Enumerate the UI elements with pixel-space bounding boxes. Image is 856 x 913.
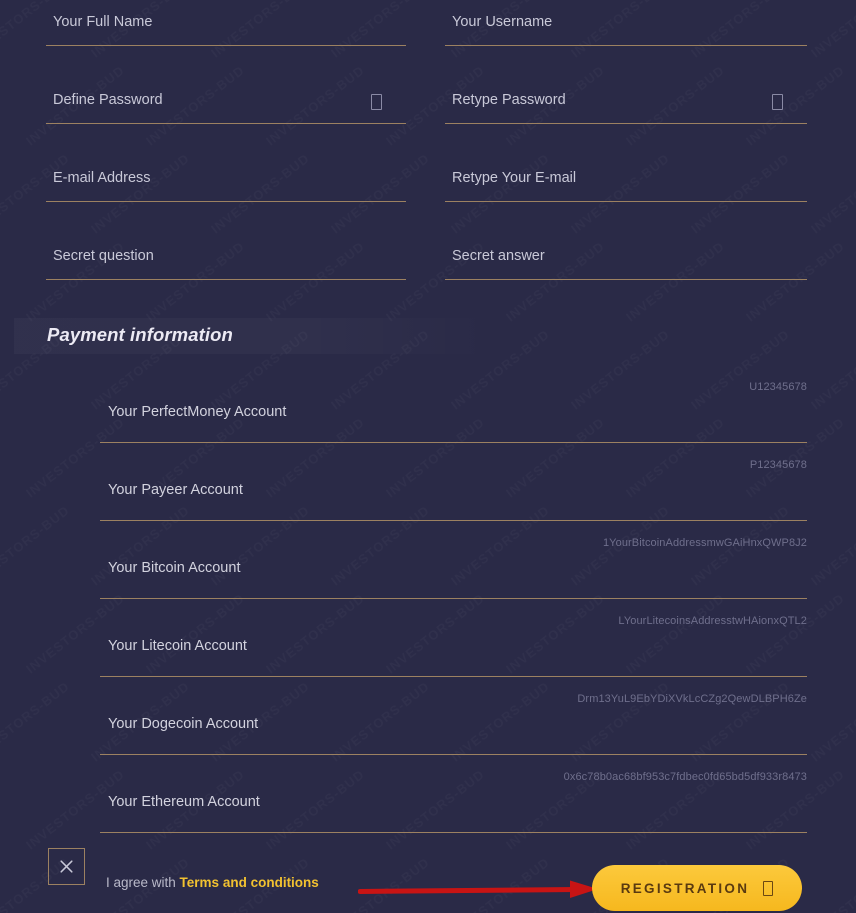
field-underline — [445, 201, 807, 202]
field-underline — [46, 201, 406, 202]
credential-field[interactable]: Retype Your E-mail — [445, 156, 807, 202]
payment-account-hint: U12345678 — [749, 381, 807, 393]
payment-account-label: Your Dogecoin Account — [108, 716, 259, 732]
payment-account-label: Your PerfectMoney Account — [108, 404, 287, 420]
toggle-password-visibility-icon[interactable] — [772, 94, 783, 110]
credential-field[interactable]: Secret question — [46, 234, 406, 280]
field-underline — [445, 279, 807, 280]
payment-section-title: Payment information — [47, 324, 233, 345]
credentials-form: Your Full Name Your Username Define Passwo… — [0, 0, 856, 312]
toggle-password-visibility-icon[interactable] — [371, 94, 382, 110]
agree-prefix-text: I agree with — [106, 875, 180, 890]
credential-field-label: Your Full Name — [53, 14, 153, 30]
payment-account-field[interactable]: Drm13YuL9EbYDiXVkLcCZg2QewDLBPH6Ze Your D… — [0, 677, 856, 755]
field-underline — [445, 123, 807, 124]
red-arrow-annotation — [357, 880, 598, 900]
field-underline — [46, 45, 406, 46]
payment-account-hint: Drm13YuL9EbYDiXVkLcCZg2QewDLBPH6Ze — [577, 693, 807, 705]
credential-field-label: Secret question — [53, 248, 154, 264]
registration-page: INVESTORS-BUDINVESTORS-BUDINVESTORS-BUDI… — [0, 0, 856, 913]
field-underline — [46, 123, 406, 124]
credential-field-label: Define Password — [53, 92, 163, 108]
x-mark-icon — [60, 860, 73, 873]
form-footer: I agree with Terms and conditions REGIST… — [0, 820, 856, 913]
payment-account-label: Your Payeer Account — [108, 482, 243, 498]
credential-field-label: E-mail Address — [53, 170, 151, 186]
payment-account-hint: P12345678 — [749, 459, 807, 471]
field-underline — [445, 45, 807, 46]
credential-field[interactable]: Your Full Name — [46, 0, 406, 46]
payment-account-label: Your Bitcoin Account — [108, 560, 241, 576]
credential-field-label: Secret answer — [452, 248, 545, 264]
payment-account-field[interactable]: U12345678 Your PerfectMoney Account — [0, 365, 856, 443]
payment-account-hint: LYourLitecoinsAddresstwHAionxQTL2 — [618, 615, 807, 627]
credential-field-label: Retype Your E-mail — [452, 170, 577, 186]
payment-account-field[interactable]: 1YourBitcoinAddressmwGAiHnxQWP8J2 Your Bi… — [0, 521, 856, 599]
registration-button-label: REGISTRATION — [620, 880, 750, 896]
payment-account-label: Your Litecoin Account — [108, 638, 247, 654]
arrow-right-glyph-icon — [763, 880, 774, 896]
registration-submit-button[interactable]: REGISTRATION — [592, 865, 802, 911]
credential-field-label: Your Username — [452, 14, 553, 30]
payment-fields-list: U12345678 Your PerfectMoney Account P12345… — [0, 365, 856, 833]
credential-field[interactable]: Retype Password — [445, 78, 807, 124]
agree-terms-label: I agree with Terms and conditions — [106, 875, 319, 890]
payment-account-label: Your Ethereum Account — [108, 794, 260, 810]
agree-terms-checkbox[interactable] — [48, 848, 85, 885]
credential-field-label: Retype Password — [452, 92, 566, 108]
credential-field[interactable]: Secret answer — [445, 234, 807, 280]
credential-field[interactable]: E-mail Address — [46, 156, 406, 202]
field-underline — [46, 279, 406, 280]
payment-account-hint: 1YourBitcoinAddressmwGAiHnxQWP8J2 — [602, 537, 807, 549]
payment-account-field[interactable]: LYourLitecoinsAddresstwHAionxQTL2 Your Li… — [0, 599, 856, 677]
credential-field[interactable]: Define Password — [46, 78, 406, 124]
payment-account-hint: 0x6c78b0ac68bf953c7fdbec0fd65bd5df933r84… — [563, 771, 807, 783]
credential-field[interactable]: Your Username — [445, 0, 807, 46]
payment-account-field[interactable]: P12345678 Your Payeer Account — [0, 443, 856, 521]
terms-and-conditions-link[interactable]: Terms and conditions — [180, 875, 319, 890]
